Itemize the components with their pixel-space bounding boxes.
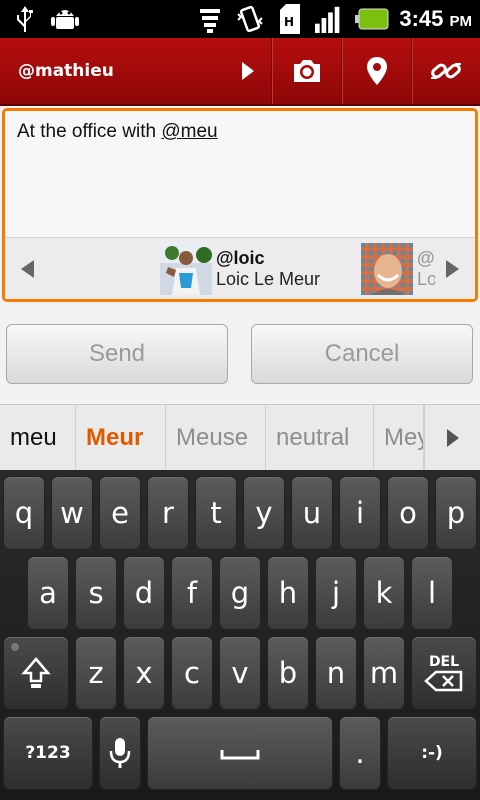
space-bar-icon	[220, 750, 260, 760]
key-c[interactable]: c	[171, 636, 213, 710]
avatar	[160, 243, 212, 295]
location-icon	[366, 57, 387, 85]
space-key[interactable]	[147, 716, 333, 790]
account-name: @mathieu	[18, 61, 114, 81]
key-x[interactable]: x	[123, 636, 165, 710]
cancel-button[interactable]: Cancel	[251, 324, 473, 384]
message-input[interactable]: At the office with @meu @loic Loic Le Me…	[2, 108, 478, 302]
scroll-right-icon[interactable]	[446, 260, 459, 278]
expand-arrow-icon	[242, 62, 254, 80]
key-v[interactable]: v	[219, 636, 261, 710]
compose-header: @mathieu	[0, 38, 480, 106]
scroll-left-icon[interactable]	[21, 260, 34, 278]
camera-icon	[293, 60, 320, 82]
message-text[interactable]: At the office with @meu	[17, 121, 218, 143]
android-debug-icon	[50, 4, 80, 34]
chevron-right-icon	[446, 429, 459, 447]
key-a[interactable]: a	[27, 556, 69, 630]
candidate-3[interactable]: Mey	[374, 404, 424, 471]
key-w[interactable]: w	[51, 476, 93, 550]
key-p[interactable]: p	[435, 476, 477, 550]
key-r[interactable]: r	[147, 476, 189, 550]
status-bar: H 3:45 PM	[0, 0, 480, 38]
link-button[interactable]	[411, 38, 480, 104]
camera-button[interactable]	[271, 38, 341, 104]
shift-indicator-icon	[11, 643, 19, 651]
candidate-typed[interactable]: meu	[0, 404, 76, 471]
send-button[interactable]: Send	[6, 324, 228, 384]
key-i[interactable]: i	[339, 476, 381, 550]
symbols-key[interactable]: ?123	[3, 716, 93, 790]
delete-key[interactable]: DEL	[411, 636, 477, 710]
key-n[interactable]: n	[315, 636, 357, 710]
svg-text:H: H	[284, 15, 294, 29]
key-d[interactable]: d	[123, 556, 165, 630]
key-b[interactable]: b	[267, 636, 309, 710]
key-h[interactable]: h	[267, 556, 309, 630]
candidate-best[interactable]: Meur	[76, 404, 166, 471]
sim-icon: H	[275, 4, 305, 34]
key-f[interactable]: f	[171, 556, 213, 630]
smiley-key[interactable]: :-)	[387, 716, 477, 790]
key-u[interactable]: u	[291, 476, 333, 550]
more-candidates-button[interactable]	[424, 405, 480, 471]
period-key[interactable]: .	[339, 716, 381, 790]
key-y[interactable]: y	[243, 476, 285, 550]
suggestion-loic[interactable]: @loic Loic Le Meur	[160, 242, 340, 296]
vibrate-icon	[235, 4, 265, 34]
shift-icon	[21, 657, 51, 688]
candidate-2[interactable]: neutral	[266, 404, 374, 471]
link-icon	[431, 63, 461, 79]
usb-icon	[10, 4, 40, 34]
candidate-1[interactable]: Meuse	[166, 404, 266, 471]
account-selector[interactable]: @mathieu	[0, 38, 270, 104]
mention-fragment: @meu	[161, 121, 218, 142]
shift-key[interactable]	[3, 636, 69, 710]
clock: 3:45 PM	[399, 6, 472, 31]
microphone-icon	[109, 738, 131, 768]
key-j[interactable]: j	[315, 556, 357, 630]
suggestion-partial[interactable]: @ Lo	[361, 242, 435, 296]
mention-suggestions: @loic Loic Le Meur @ Lo	[5, 237, 475, 299]
soft-keyboard: q w e r t y u i o p a s d f g h j k l z …	[0, 470, 480, 800]
key-g[interactable]: g	[219, 556, 261, 630]
voice-input-key[interactable]	[99, 716, 141, 790]
key-m[interactable]: m	[363, 636, 405, 710]
key-o[interactable]: o	[387, 476, 429, 550]
wifi-icon	[195, 4, 225, 34]
word-suggestion-bar: meu Meur Meuse neutral Mey	[0, 404, 480, 471]
key-t[interactable]: t	[195, 476, 237, 550]
key-q[interactable]: q	[3, 476, 45, 550]
battery-icon	[355, 4, 389, 34]
backspace-icon	[424, 670, 463, 692]
location-button[interactable]	[341, 38, 411, 104]
signal-icon	[315, 4, 345, 34]
key-l[interactable]: l	[411, 556, 453, 630]
delete-label: DEL	[428, 654, 460, 670]
avatar	[361, 243, 413, 295]
key-s[interactable]: s	[75, 556, 117, 630]
key-k[interactable]: k	[363, 556, 405, 630]
key-e[interactable]: e	[99, 476, 141, 550]
key-z[interactable]: z	[75, 636, 117, 710]
